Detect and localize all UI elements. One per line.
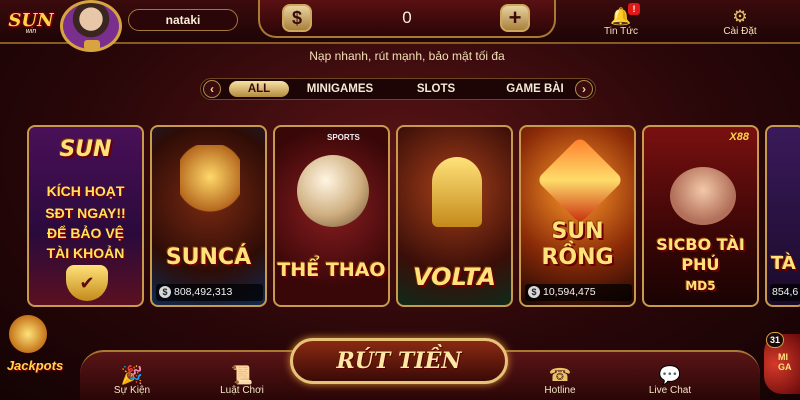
- avatar-badge: [84, 40, 100, 50]
- username-label[interactable]: nataki: [128, 9, 238, 31]
- party-popper-icon: 🎉: [120, 365, 144, 385]
- category-tabs: ‹ ALL MINIGAMES SLOTS GAME BÀI ›: [200, 78, 596, 100]
- promo-line-3: ĐỂ BẢO VỆ: [46, 225, 124, 241]
- nav-events[interactable]: 🎉 Sự Kiện: [92, 358, 172, 398]
- jackpot-value: 854,6: [772, 286, 799, 298]
- logo-sub: win: [25, 27, 37, 35]
- pig-character-icon: [670, 167, 736, 225]
- top-bar: SUN win nataki $ 0 + 🔔 ! Tin Tức ⚙ Cài Đ…: [0, 0, 800, 52]
- jackpots-label: Jackpots: [6, 358, 64, 373]
- game-card-sunca[interactable]: SUNCÁ $ 808,492,313: [150, 125, 267, 307]
- tab-game-bai[interactable]: GAME BÀI: [499, 81, 571, 97]
- balance-value: 0: [402, 8, 412, 27]
- promo-line-4: TÀI KHOẢN: [46, 245, 125, 261]
- sports-tag: SPORTS: [327, 133, 360, 142]
- dollar-coin-icon: $: [159, 286, 171, 298]
- game-title: SUNCÁ: [165, 245, 252, 270]
- nav-hotline[interactable]: ☎ Hotline: [520, 358, 600, 398]
- dollar-coin-icon: $: [528, 286, 540, 298]
- mini-game-count: 31: [766, 332, 784, 348]
- chat-icon: 💬: [658, 365, 682, 385]
- jackpot-counter: 854,6: [770, 284, 800, 301]
- game-card-volta[interactable]: VOLTA: [396, 125, 513, 307]
- tab-minigames[interactable]: MINIGAMES: [299, 81, 381, 97]
- nav-events-label: Sự Kiện: [113, 385, 151, 396]
- promo-line-1: KÍCH HOẠT: [46, 183, 125, 199]
- rules-book-icon: 📜: [230, 365, 254, 385]
- game-title: THỂ THAO: [277, 259, 386, 281]
- game-card-partial[interactable]: TÀ 854,6: [765, 125, 800, 307]
- tabs-prev-arrow[interactable]: ‹: [203, 80, 221, 98]
- gear-icon: ⚙: [732, 7, 748, 26]
- soccer-ball-icon: [297, 155, 369, 227]
- tab-slots[interactable]: SLOTS: [406, 81, 466, 97]
- game-title: TÀ: [771, 253, 796, 274]
- jackpot-value: 808,492,313: [174, 286, 233, 298]
- jackpots-badge[interactable]: Jackpots: [0, 312, 70, 400]
- nav-rules[interactable]: 📜 Luật Chơi: [202, 358, 282, 398]
- nav-rules-label: Luật Chơi: [220, 385, 264, 396]
- tagline: Nạp nhanh, rút mạnh, bảo mật tối đa: [309, 49, 505, 63]
- game-subtitle: MD5: [685, 279, 716, 293]
- star-icon: [6, 312, 50, 356]
- game-card-sun-rong[interactable]: SUN RỒNG $ 10,594,475: [519, 125, 636, 307]
- mini-game-label: MI GA: [778, 352, 792, 372]
- trophy-icon: [432, 157, 482, 227]
- phone-icon: ☎: [548, 365, 572, 385]
- game-title: SICBO TÀI PHÚ: [656, 235, 745, 274]
- game-title: VOLTA: [413, 263, 496, 291]
- deposit-plus-button[interactable]: +: [500, 4, 530, 32]
- settings-label: Cài Đặt: [723, 26, 757, 37]
- news-label: Tin Tức: [604, 26, 638, 37]
- mini-game-button[interactable]: 31 MI GA: [764, 332, 800, 394]
- brand-logo[interactable]: SUN win: [4, 2, 58, 42]
- dragon-gem-icon: [536, 136, 624, 224]
- promo-card-activate-phone[interactable]: SUN KÍCH HOẠT SĐT NGAY!! ĐỂ BẢO VỆ TÀI K…: [27, 125, 144, 307]
- nav-live-chat[interactable]: 💬 Live Chat: [630, 358, 710, 398]
- currency-button[interactable]: $: [282, 4, 312, 32]
- jackpot-counter: $ 808,492,313: [156, 284, 263, 301]
- settings-button[interactable]: ⚙ Cài Đặt: [705, 0, 775, 42]
- tab-all[interactable]: ALL: [229, 81, 289, 97]
- balance-bar: $ 0 +: [258, 0, 556, 38]
- jackpot-value: 10,594,475: [543, 286, 596, 298]
- dragon-icon: [180, 145, 240, 225]
- tabs-next-arrow[interactable]: ›: [575, 80, 593, 98]
- game-card-the-thao[interactable]: SPORTS THỂ THAO: [273, 125, 390, 307]
- game-card-sicbo-tai-phu[interactable]: X88 SICBO TÀI PHÚ MD5: [642, 125, 759, 307]
- x88-badge: X88: [729, 131, 749, 143]
- promo-logo: SUN: [59, 137, 112, 162]
- nav-hotline-label: Hotline: [544, 385, 576, 396]
- shield-icon: ✔: [66, 265, 108, 301]
- game-title: SUN RỒNG: [541, 219, 614, 270]
- jackpot-counter: $ 10,594,475: [525, 284, 632, 301]
- nav-live-chat-label: Live Chat: [648, 385, 692, 396]
- promo-line-2: SĐT NGAY!!: [45, 205, 126, 221]
- news-button[interactable]: 🔔 ! Tin Tức: [586, 0, 656, 42]
- withdraw-button[interactable]: RÚT TIỀN: [290, 338, 508, 384]
- news-alert-badge: !: [628, 3, 640, 15]
